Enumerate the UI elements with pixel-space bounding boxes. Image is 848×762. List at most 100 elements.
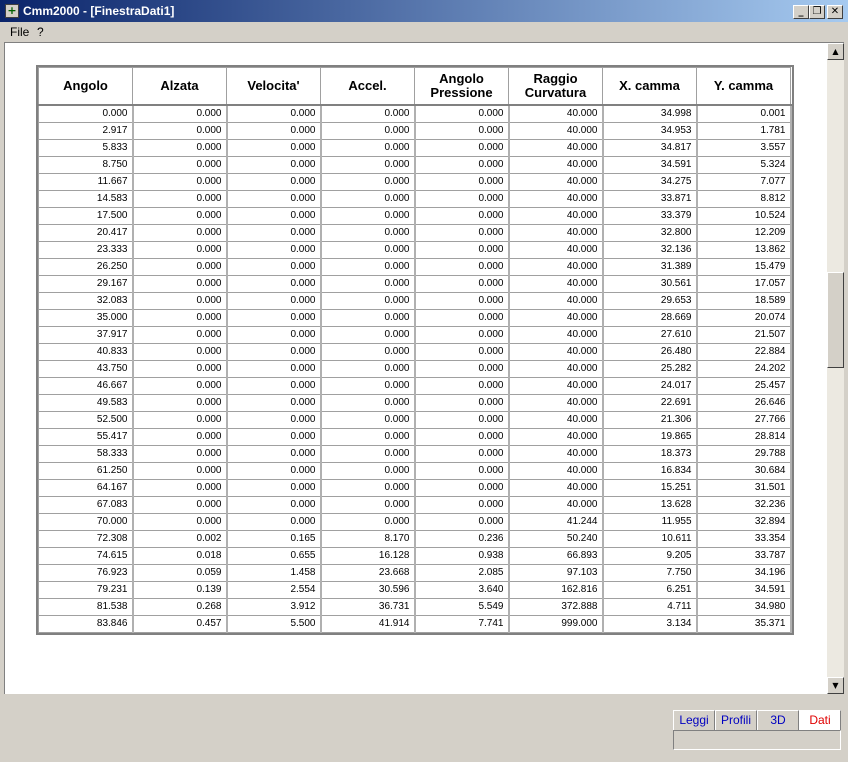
table-cell: 1.781 — [696, 121, 792, 140]
table-cell: 0.000 — [414, 325, 510, 344]
table-cell: 0.236 — [414, 529, 510, 548]
table-cell: 0.000 — [132, 342, 228, 361]
table-cell: 0.000 — [414, 172, 510, 191]
table-cell: 32.136 — [602, 240, 698, 259]
table-cell: 0.000 — [414, 121, 510, 140]
table-cell: 27.610 — [602, 325, 698, 344]
table-cell: 0.000 — [226, 155, 322, 174]
table-row: 8.750 0.000 0.000 0.000 0.000 40.000 34.591 5.3… — [38, 155, 792, 174]
table-cell: 16.128 — [320, 546, 416, 565]
table-cell: 0.000 — [414, 444, 510, 463]
table-cell: 18.373 — [602, 444, 698, 463]
table-cell: 31.389 — [602, 257, 698, 276]
table-cell: 33.787 — [696, 546, 792, 565]
table-row: 49.583 0.000 0.000 0.000 0.000 40.000 22.691 26… — [38, 393, 792, 412]
table-cell: 0.000 — [132, 376, 228, 395]
table-row: 46.667 0.000 0.000 0.000 0.000 40.000 24.017 25… — [38, 376, 792, 395]
table-row: 76.923 0.059 1.458 23.668 2.085 97.103 7.750 34… — [38, 563, 792, 582]
tab-leggi[interactable]: Leggi — [673, 710, 715, 730]
restore-button[interactable]: ❐ — [809, 5, 825, 19]
minimize-button[interactable]: _ — [793, 5, 809, 19]
column-header: Accel. — [320, 67, 415, 106]
table-cell: 0.000 — [320, 121, 416, 140]
table-cell: 24.202 — [696, 359, 792, 378]
table-cell: 20.417 — [38, 223, 134, 242]
table-cell: 29.788 — [696, 444, 792, 463]
scroll-up-icon[interactable]: ▲ — [827, 43, 844, 60]
table-cell: 50.240 — [508, 529, 604, 548]
table-cell: 0.000 — [320, 189, 416, 208]
table-cell: 19.865 — [602, 427, 698, 446]
table-cell: 0.000 — [414, 376, 510, 395]
table-cell: 0.002 — [132, 529, 228, 548]
table-row: 79.231 0.139 2.554 30.596 3.640 162.816 6.251 3… — [38, 580, 792, 599]
tab-profili[interactable]: Profili — [715, 710, 757, 730]
table-cell: 72.308 — [38, 529, 134, 548]
table-cell: 13.862 — [696, 240, 792, 259]
table-cell: 7.741 — [414, 614, 510, 633]
table-cell: 79.231 — [38, 580, 134, 599]
table-row: 26.250 0.000 0.000 0.000 0.000 40.000 31.389 15… — [38, 257, 792, 276]
table-cell: 64.167 — [38, 478, 134, 497]
view-tabs: Leggi Profili 3D Dati — [673, 710, 841, 730]
table-cell: 0.000 — [414, 223, 510, 242]
table-cell: 999.000 — [508, 614, 604, 633]
scroll-thumb[interactable] — [827, 272, 844, 368]
table-cell: 40.000 — [508, 291, 604, 310]
table-cell: 28.669 — [602, 308, 698, 327]
table-cell: 0.000 — [132, 478, 228, 497]
menu-help[interactable]: ? — [37, 25, 44, 39]
table-cell: 0.139 — [132, 580, 228, 599]
table-cell: 40.000 — [508, 155, 604, 174]
table-cell: 9.205 — [602, 546, 698, 565]
table-cell: 0.000 — [320, 291, 416, 310]
table-cell: 0.000 — [320, 342, 416, 361]
table-cell: 70.000 — [38, 512, 134, 531]
table-row: 64.167 0.000 0.000 0.000 0.000 40.000 15.251 31… — [38, 478, 792, 497]
table-cell: 32.894 — [696, 512, 792, 531]
table-cell: 0.000 — [226, 189, 322, 208]
table-cell: 0.000 — [132, 172, 228, 191]
menu-file[interactable]: File — [10, 25, 29, 39]
table-cell: 0.000 — [226, 223, 322, 242]
table-cell: 0.000 — [414, 138, 510, 157]
scroll-down-icon[interactable]: ▼ — [827, 677, 844, 694]
table-cell: 40.000 — [508, 478, 604, 497]
table-row: 74.615 0.018 0.655 16.128 0.938 66.893 9.205 33… — [38, 546, 792, 565]
tab-dati[interactable]: Dati — [799, 710, 841, 730]
window-title: Cmm2000 - [FinestraDati1] — [23, 4, 175, 18]
table-cell: 0.000 — [226, 291, 322, 310]
table-cell: 0.457 — [132, 614, 228, 633]
table-cell: 76.923 — [38, 563, 134, 582]
tab-3d[interactable]: 3D — [757, 710, 799, 730]
table-cell: 0.000 — [132, 308, 228, 327]
table-cell: 34.953 — [602, 121, 698, 140]
vertical-scrollbar[interactable]: ▲ ▼ — [827, 43, 844, 694]
table-cell: 0.000 — [226, 257, 322, 276]
table-cell: 0.000 — [414, 342, 510, 361]
table-cell: 40.000 — [508, 104, 604, 123]
table-cell: 0.000 — [132, 444, 228, 463]
table-cell: 0.000 — [132, 257, 228, 276]
table-cell: 26.250 — [38, 257, 134, 276]
table-cell: 34.591 — [602, 155, 698, 174]
table-cell: 61.250 — [38, 461, 134, 480]
table-cell: 34.275 — [602, 172, 698, 191]
table-cell: 43.750 — [38, 359, 134, 378]
app-icon[interactable]: + — [5, 4, 19, 18]
table-cell: 1.458 — [226, 563, 322, 582]
table-cell: 52.500 — [38, 410, 134, 429]
close-button[interactable]: ✕ — [827, 5, 843, 19]
table-cell: 5.549 — [414, 597, 510, 616]
data-table-frame: Angolo Alzata Velocita' Accel. Angolo Pressi… — [36, 65, 794, 635]
table-cell: 32.800 — [602, 223, 698, 242]
table-cell: 0.000 — [132, 427, 228, 446]
table-cell: 40.000 — [508, 325, 604, 344]
table-cell: 0.018 — [132, 546, 228, 565]
table-cell: 81.538 — [38, 597, 134, 616]
table-cell: 10.611 — [602, 529, 698, 548]
table-cell: 0.000 — [320, 325, 416, 344]
table-cell: 55.417 — [38, 427, 134, 446]
table-cell: 0.000 — [320, 138, 416, 157]
table-row: 70.000 0.000 0.000 0.000 0.000 41.244 11.955 32… — [38, 512, 792, 531]
